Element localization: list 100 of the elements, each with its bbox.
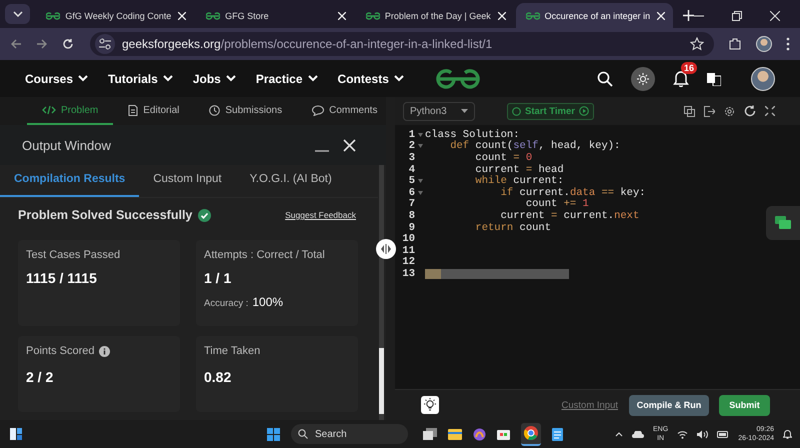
fold-icon[interactable]	[418, 144, 422, 148]
close-icon[interactable]	[657, 12, 666, 20]
close-icon[interactable]	[178, 12, 186, 20]
nav-menu[interactable]: Tutorials	[108, 72, 173, 86]
submit-button[interactable]: Submit	[719, 394, 770, 416]
restore-icon[interactable]	[732, 10, 742, 20]
back-icon[interactable]	[10, 38, 22, 50]
import-icon[interactable]	[704, 106, 715, 116]
theme-toggle[interactable]	[631, 66, 655, 90]
line-number: 10	[401, 233, 415, 246]
close-icon[interactable]	[343, 138, 356, 152]
compile-run-button[interactable]: Compile & Run	[629, 394, 709, 416]
stat-value: 1 / 1	[204, 270, 232, 286]
line-number: 8	[408, 210, 415, 222]
notepad-icon[interactable]	[552, 427, 563, 441]
search-field[interactable]: Search	[291, 424, 408, 444]
feedback-link[interactable]: Suggest Feedback	[285, 210, 356, 220]
code-line: current = head	[474, 164, 564, 176]
line-number: 11	[401, 244, 415, 257]
cloud-icon[interactable]	[632, 430, 644, 438]
custom-input-link[interactable]: Custom Input	[562, 400, 618, 410]
bell-icon[interactable]	[783, 429, 792, 439]
translate-icon[interactable]	[707, 72, 721, 86]
nav-menu[interactable]: Jobs	[192, 72, 236, 86]
speech-bubble-icon	[312, 104, 324, 116]
fullscreen-icon[interactable]	[765, 106, 775, 116]
nav-menu[interactable]: Practice	[256, 72, 318, 86]
forward-icon[interactable]	[36, 38, 48, 50]
play-icon	[578, 106, 589, 116]
task-view-icon[interactable]	[423, 428, 437, 440]
timer-button[interactable]: Start Timer	[507, 102, 594, 120]
extensions-icon[interactable]	[728, 37, 742, 51]
code-line: count += 1	[524, 198, 589, 210]
sun-icon	[637, 72, 649, 84]
caret-icon	[461, 109, 468, 113]
close-icon[interactable]	[338, 12, 346, 20]
chevron-up-icon[interactable]	[615, 432, 624, 436]
browser-tab[interactable]: GFG Store	[196, 3, 354, 28]
line-number: 4	[408, 164, 415, 176]
copy-icon[interactable]	[684, 106, 695, 116]
caret-icon	[394, 75, 404, 82]
profile-avatar[interactable]	[751, 66, 775, 90]
more-icon[interactable]	[786, 37, 790, 51]
stat-value: 100%	[252, 295, 284, 309]
code-icon	[42, 105, 56, 115]
fold-icon[interactable]	[418, 132, 422, 137]
stat-label: Test Cases Passed	[26, 249, 120, 261]
browser-tab[interactable]: Problem of the Day | Geek	[356, 3, 514, 28]
profile-avatar[interactable]	[756, 36, 772, 52]
fold-icon[interactable]	[418, 179, 422, 184]
caret-icon	[308, 75, 318, 82]
battery-icon[interactable]	[717, 430, 730, 438]
panel-title: Output Window	[22, 138, 112, 152]
close-icon[interactable]	[498, 12, 506, 20]
tab-list-button[interactable]	[5, 4, 30, 24]
search-icon[interactable]	[597, 70, 613, 86]
stat-label: Accuracy :	[204, 298, 248, 309]
line-number: 7	[408, 198, 415, 210]
output-tab[interactable]: Custom Input	[139, 165, 236, 197]
problem-tab[interactable]: Comments	[297, 97, 392, 125]
nav-menu[interactable]: Courses	[25, 72, 88, 86]
info-icon[interactable]	[99, 346, 110, 356]
code-line: current = current.next	[500, 210, 640, 222]
reset-icon[interactable]	[744, 105, 756, 117]
language-select[interactable]: Python3	[403, 102, 475, 120]
circle-icon	[512, 106, 521, 116]
output-tab[interactable]: Y.O.G.I. (AI Bot)	[236, 165, 346, 197]
stat-label: Time Taken	[204, 345, 260, 357]
widgets-icon[interactable]	[10, 428, 22, 440]
site-settings-icon[interactable]	[95, 34, 115, 54]
chrome-icon[interactable]	[524, 426, 538, 440]
problem-tab[interactable]: Editorial	[113, 97, 194, 125]
copilot-icon[interactable]	[473, 428, 486, 440]
scrollbar[interactable]	[379, 165, 384, 420]
browser-tab[interactable]: Occurence of an integer in	[516, 3, 674, 28]
folder-icon[interactable]	[448, 428, 462, 440]
settings-icon[interactable]	[724, 106, 735, 116]
chat-button[interactable]	[766, 206, 800, 240]
problem-tab[interactable]: Submissions	[194, 97, 298, 125]
line-number: 1	[408, 128, 415, 141]
nav-menu[interactable]: Contests	[338, 72, 404, 86]
output-tab[interactable]: Compilation Results	[0, 165, 140, 197]
reload-icon[interactable]	[62, 38, 74, 50]
stat-value: 0.82	[204, 369, 232, 385]
windows-icon[interactable]	[267, 428, 280, 440]
address-bar[interactable]: geeksforgeeks.org/problems/occurence-of-an-integer-in-a-linked-list/1	[90, 32, 714, 56]
stat-label: Points Scored	[26, 345, 94, 357]
speaker-icon[interactable]	[697, 430, 708, 438]
bulb-button[interactable]	[421, 396, 439, 414]
wifi-icon[interactable]	[677, 430, 688, 438]
code-line: return count	[474, 222, 552, 234]
new-tab-icon[interactable]	[683, 10, 694, 21]
browser-tab[interactable]: GfG Weekly Coding Conte	[36, 3, 194, 28]
code-line: def count(self, head, key):	[449, 140, 620, 152]
logo-icon[interactable]	[436, 68, 480, 90]
store-icon[interactable]	[497, 428, 510, 440]
star-icon[interactable]	[690, 37, 704, 51]
document-icon	[128, 104, 138, 116]
fold-icon[interactable]	[418, 190, 422, 195]
close-icon[interactable]	[770, 10, 780, 20]
